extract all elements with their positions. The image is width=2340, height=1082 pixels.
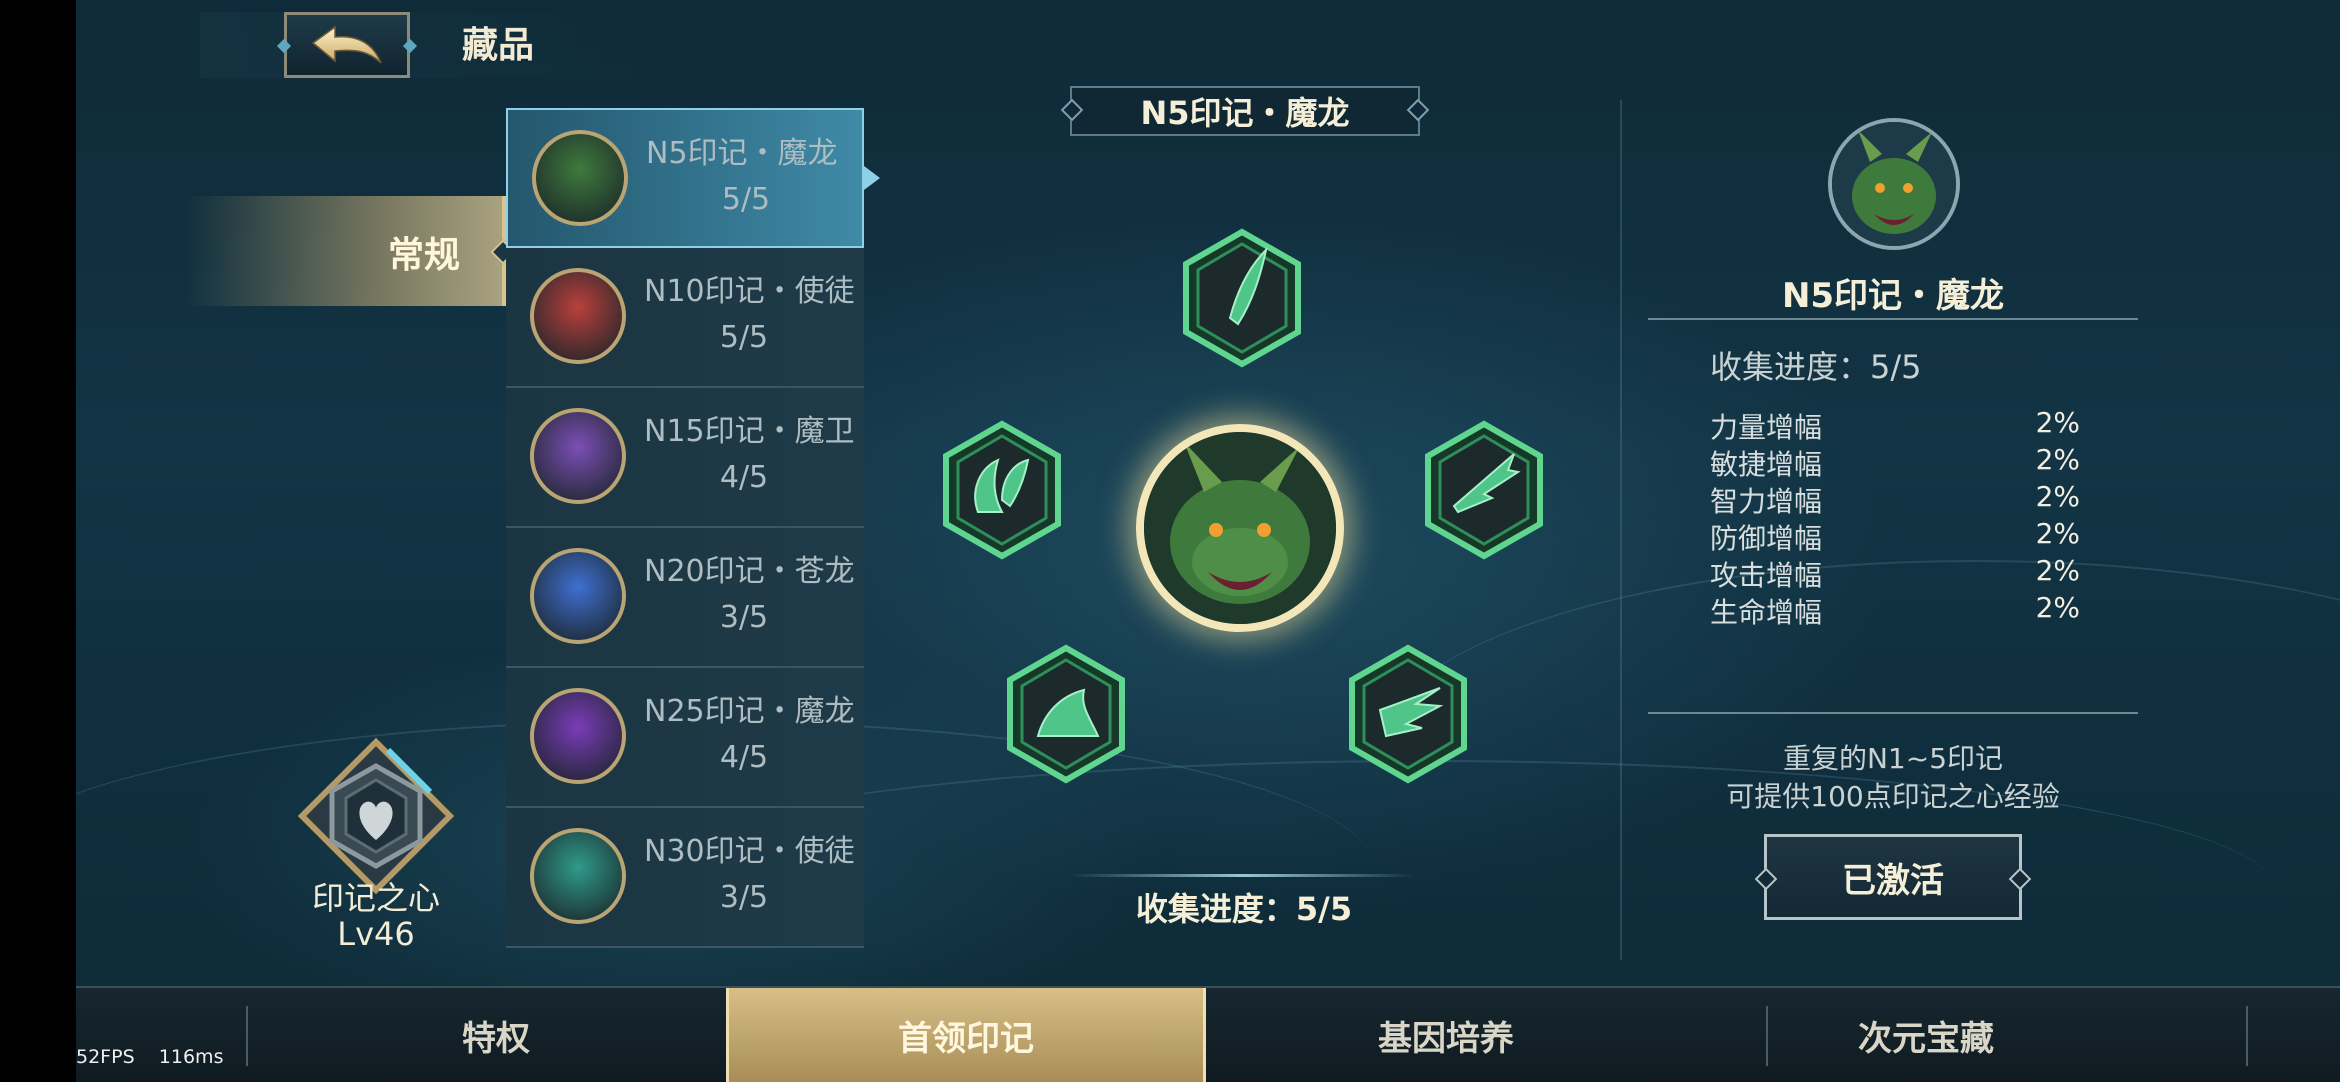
mark-avatar — [530, 268, 626, 364]
category-tab-normal[interactable]: 常规 — [186, 196, 516, 306]
stat-value: 2% — [2035, 480, 2080, 513]
dragon-portrait-icon — [1144, 432, 1336, 624]
stat-value: 2% — [2035, 517, 2080, 550]
detail-name: N5印记・魔龙 — [1781, 276, 2005, 316]
stat-name: 敏捷增幅 — [1710, 448, 1823, 481]
mark-list: N5印记・魔龙 5/5 N10印记・使徒 5/5 N15印记・魔卫 4/5 N20印记・苍龙… — [506, 108, 880, 948]
bottom-tab-bar: 特权 首领印记 基因培养 次元宝藏 — [76, 986, 2340, 1082]
mark-count: 3/5 — [719, 880, 769, 915]
bottom-tab-1[interactable]: 首领印记 — [726, 988, 1206, 1082]
stat-name: 力量增幅 — [1710, 411, 1823, 444]
wing-fragment-icon[interactable] — [1422, 420, 1546, 560]
center-dragon-portrait — [1136, 424, 1344, 632]
mark-count: 3/5 — [719, 600, 769, 635]
mark-name: N15印记・魔卫 — [644, 414, 855, 449]
mark-list-item[interactable]: N10印记・使徒 5/5 — [506, 248, 864, 388]
stat-row: 生命增幅 2% — [1710, 591, 2080, 629]
detail-dragon-portrait — [1828, 118, 1960, 250]
leg-fragment-icon[interactable] — [1004, 644, 1128, 784]
stat-name: 生命增幅 — [1710, 596, 1823, 629]
latency-value: 116ms — [158, 1046, 224, 1068]
exp-note-line1: 重复的N1~5印记 — [1782, 742, 2004, 775]
mark-list-item[interactable]: N30印记・使徒 3/5 — [506, 808, 864, 948]
mark-count: 4/5 — [719, 460, 769, 495]
bottom-tab-3[interactable]: 次元宝藏 — [1686, 988, 2166, 1082]
bottom-tab-0[interactable]: 特权 — [256, 988, 736, 1082]
mark-avatar — [532, 130, 628, 226]
tab-separator — [2246, 1006, 2248, 1066]
tab-separator — [1766, 1006, 1768, 1066]
stat-name: 防御增幅 — [1710, 522, 1823, 555]
header-bar — [200, 12, 700, 78]
stat-row: 智力增幅 2% — [1710, 480, 2080, 518]
mark-name: N20印记・苍龙 — [644, 554, 855, 589]
bottom-tab-2[interactable]: 基因培养 — [1206, 988, 1686, 1082]
stat-value: 2% — [2035, 554, 2080, 587]
mark-heart-label: 印记之心 Lv46 — [276, 880, 476, 952]
tab-separator — [246, 1006, 248, 1066]
activated-button[interactable]: 已激活 — [1764, 834, 2022, 920]
stat-value: 2% — [2035, 591, 2080, 624]
stat-name: 智力增幅 — [1710, 485, 1823, 518]
back-arrow-icon — [311, 25, 382, 64]
stat-row: 攻击增幅 2% — [1710, 554, 2080, 592]
tail-fragment-icon[interactable] — [1346, 644, 1470, 784]
mark-list-item[interactable]: N5印记・魔龙 5/5 — [506, 108, 880, 248]
dragon-portrait-icon — [1832, 122, 1956, 246]
stat-row: 防御增幅 2% — [1710, 517, 2080, 555]
stat-value: 2% — [2035, 406, 2080, 439]
mark-count: 5/5 — [719, 320, 769, 355]
mark-avatar — [530, 408, 626, 504]
fps-value: 52FPS — [76, 1046, 135, 1068]
stat-name: 攻击增幅 — [1710, 559, 1823, 592]
progress-decoration — [1070, 874, 1416, 877]
mark-avatar — [530, 688, 626, 784]
center-title-box: N5印记・魔龙 — [1060, 86, 1430, 136]
page-title: 藏品 — [462, 25, 535, 66]
mark-heart-button[interactable] — [296, 736, 456, 896]
panel-divider — [1620, 100, 1622, 960]
mark-avatar — [530, 548, 626, 644]
mark-name: N5印记・魔龙 — [646, 136, 838, 171]
mark-list-item[interactable]: N15印记・魔卫 4/5 — [506, 388, 864, 528]
center-title: N5印记・魔龙 — [1140, 94, 1350, 132]
mark-list-item[interactable]: N20印记・苍龙 3/5 — [506, 528, 864, 668]
category-tab-label: 常规 — [387, 235, 460, 276]
horn-fragment-icon[interactable] — [1180, 228, 1304, 368]
mark-count: 4/5 — [719, 740, 769, 775]
stat-row: 敏捷增幅 2% — [1710, 443, 2080, 481]
mark-avatar — [530, 828, 626, 924]
center-collection-progress: 收集进度：5/5 — [1135, 890, 1353, 928]
heart-icon — [297, 737, 455, 895]
claw-fragment-icon[interactable] — [940, 420, 1064, 560]
stat-value: 2% — [2035, 443, 2080, 476]
mark-list-item[interactable]: N25印记・魔龙 4/5 — [506, 668, 864, 808]
exp-note-line2: 可提供100点印记之心经验 — [1726, 780, 2060, 813]
heart-level: Lv46 — [337, 915, 415, 953]
back-button[interactable] — [284, 12, 410, 78]
divider-line — [1648, 318, 2138, 320]
heart-title: 印记之心 — [311, 879, 440, 917]
exp-note: 重复的N1~5印记 可提供100点印记之心经验 — [1650, 740, 2136, 816]
mark-count: 5/5 — [721, 182, 771, 217]
mark-name: N10印记・使徒 — [644, 274, 855, 309]
fps-overlay: 52FPS 116ms — [76, 1046, 223, 1068]
mark-name: N30印记・使徒 — [644, 834, 855, 869]
divider-line — [1648, 712, 2138, 714]
mark-name: N25印记・魔龙 — [644, 694, 855, 729]
detail-collection-progress: 收集进度：5/5 — [1710, 348, 1922, 386]
stat-row: 力量增幅 2% — [1710, 406, 2080, 444]
